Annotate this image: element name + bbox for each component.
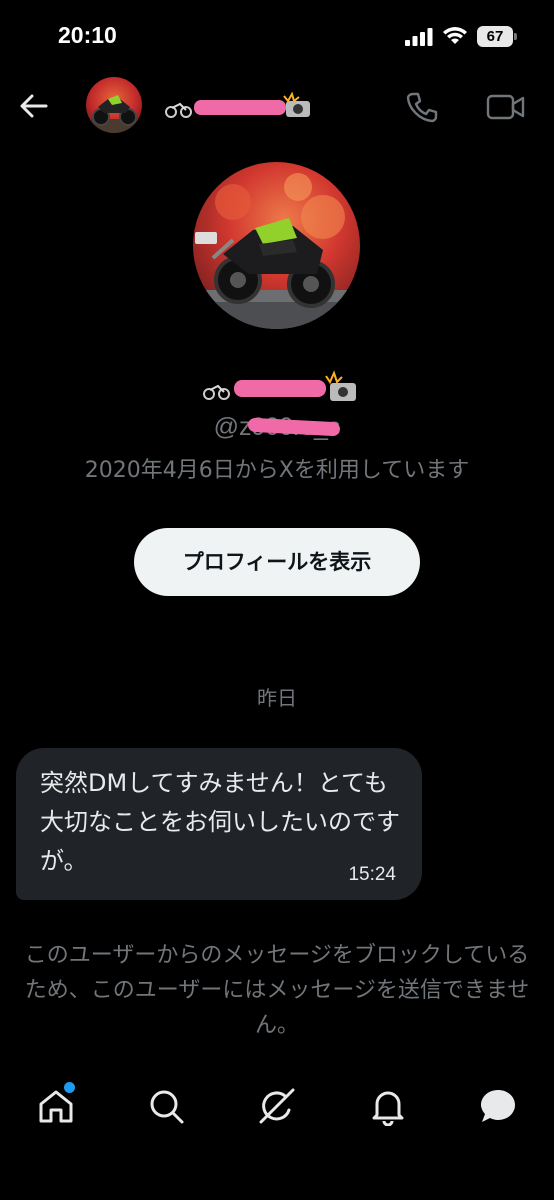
- search-icon[interactable]: [146, 1086, 186, 1126]
- phone-icon[interactable]: [405, 90, 439, 124]
- message-bubble[interactable]: 突然DMしてすみません！とても大切なことをお伺いしたいのですが。 15:24: [16, 748, 422, 900]
- profile-avatar[interactable]: [193, 162, 360, 329]
- messages-icon[interactable]: [478, 1086, 518, 1126]
- battery-level: 67: [477, 26, 513, 47]
- cellular-signal-icon: [405, 28, 433, 46]
- date-separator: 昨日: [257, 686, 297, 710]
- view-profile-button[interactable]: プロフィールを表示: [134, 528, 420, 596]
- arrow-left-icon[interactable]: [16, 88, 52, 124]
- grok-icon[interactable]: [257, 1086, 297, 1126]
- battery-icon: 67: [477, 26, 517, 47]
- header-avatar[interactable]: [86, 77, 142, 133]
- conversation-header: [0, 70, 554, 142]
- bottom-nav: [0, 1070, 554, 1150]
- joined-date: 2020年4月6日からXを利用しています: [84, 458, 470, 483]
- profile-name-redacted: [203, 370, 356, 401]
- status-time: 20:10: [58, 22, 117, 48]
- status-bar: 20:10 67: [0, 0, 554, 70]
- message-time: 15:24: [348, 864, 396, 885]
- header-name-redacted: [165, 92, 310, 118]
- blocked-notice: このユーザーからのメッセージをブロックしているため、このユーザーにはメッセージを…: [24, 943, 530, 1038]
- video-camera-icon[interactable]: [486, 92, 526, 122]
- notifications-icon[interactable]: [368, 1086, 408, 1126]
- wifi-icon: [443, 27, 467, 44]
- home-notification-dot: [64, 1082, 75, 1093]
